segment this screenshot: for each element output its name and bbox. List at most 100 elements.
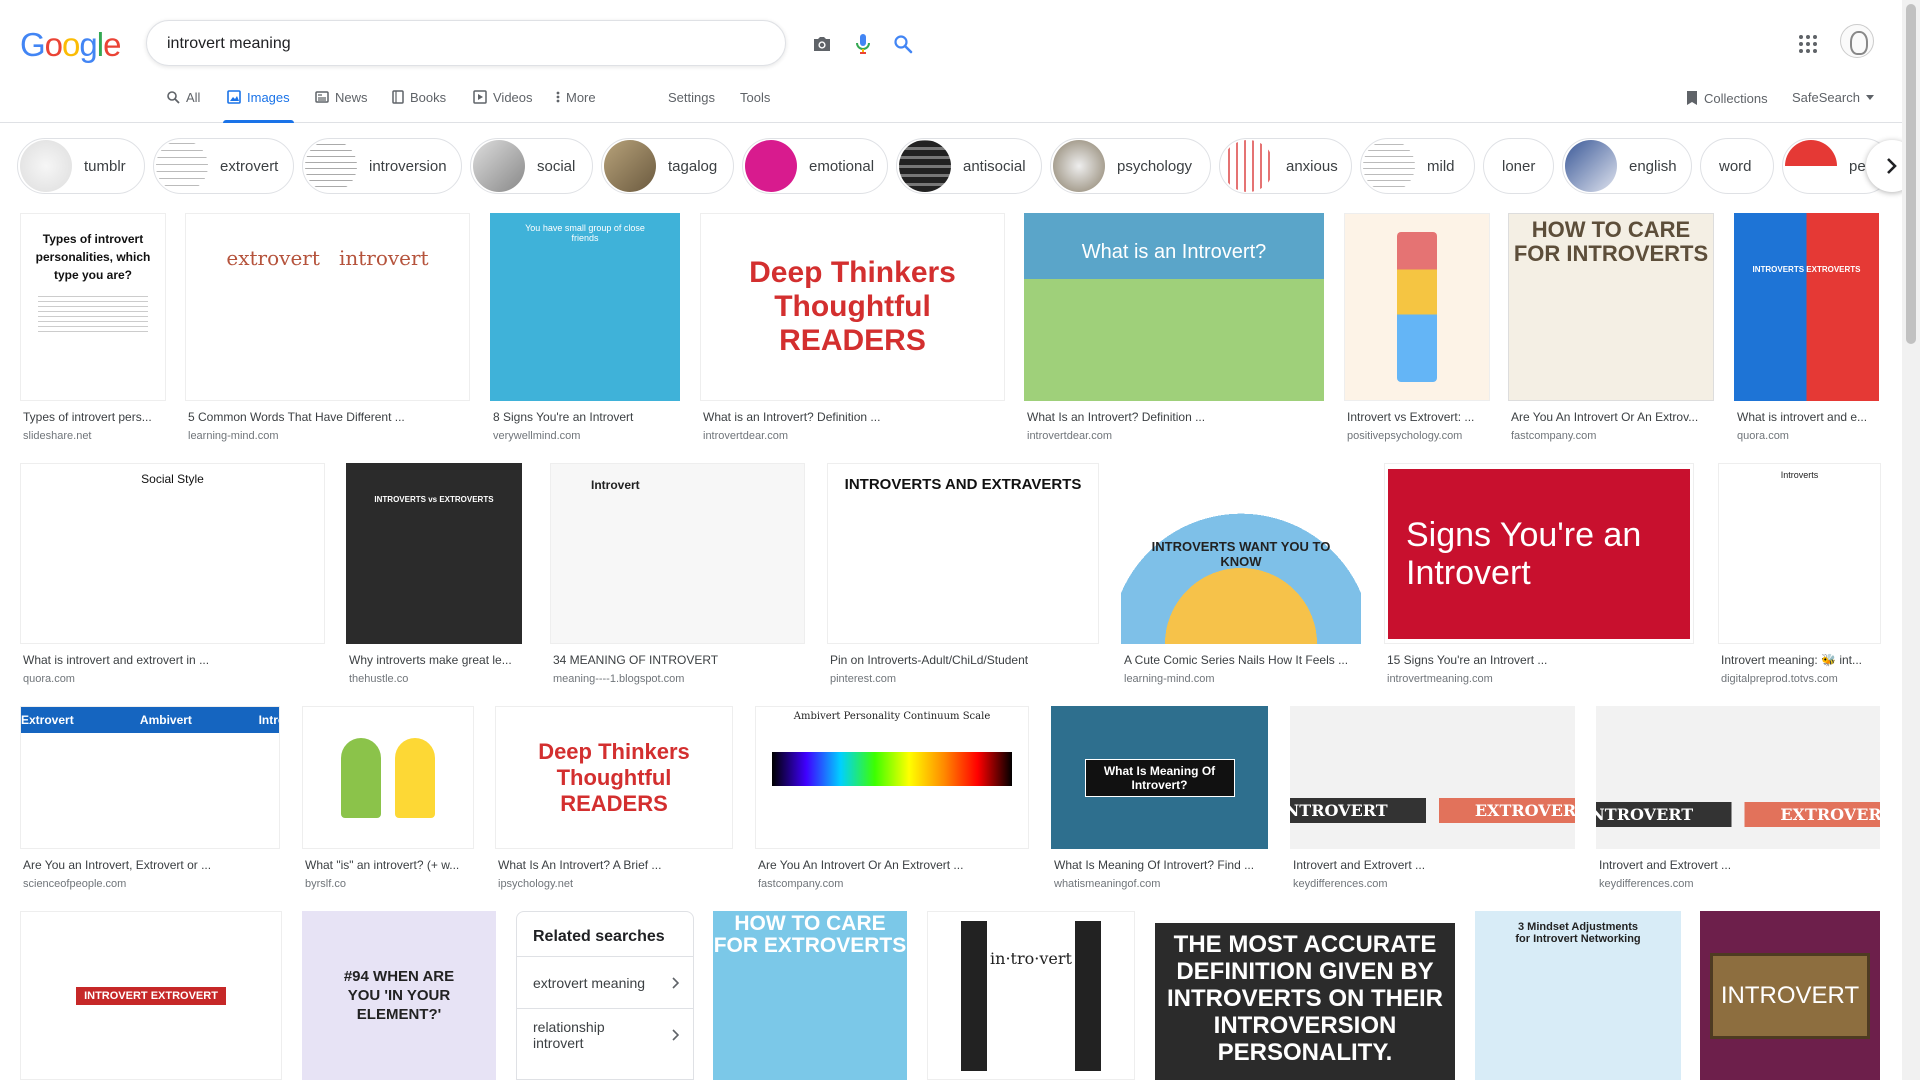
chip-thumbnail <box>1565 140 1617 192</box>
chip-tagalog[interactable]: tagalog <box>601 138 734 194</box>
image-result[interactable]: INTROVERTS EXTROVERTS What is introvert … <box>1734 213 1879 442</box>
google-logo[interactable]: Google <box>20 26 121 64</box>
image-result[interactable]: Ambivert Personality Continuum Scale Are… <box>755 706 1029 890</box>
chip-loner[interactable]: loner <box>1483 138 1554 194</box>
image-result[interactable]: HOW TO CARE FOR EXTROVERTS <box>713 911 907 1080</box>
thumbnail-text: What is an Introvert? <box>1081 241 1267 263</box>
related-search-label: extrovert meaning <box>533 974 646 991</box>
tab-videos[interactable]: Videos <box>473 90 533 123</box>
image-result[interactable]: Deep Thinkers Thoughtful READERS What Is… <box>495 706 733 890</box>
related-searches-title: Related searches <box>533 928 665 945</box>
thumbnail-text: HOW TO CARE FOR INTROVERTS <box>1513 217 1709 266</box>
thumbnail-text: INTROVERTS AND EXTRAVERTS <box>844 476 1082 493</box>
chip-label: loner <box>1502 157 1536 175</box>
related-search-item[interactable]: extrovert meaning <box>517 956 693 1008</box>
image-result[interactable]: INTROVERTS WANT YOU TO KNOW A Cute Comic… <box>1121 463 1361 685</box>
result-caption: What Is An Introvert? A Brief ... <box>498 858 662 872</box>
thumbnail-text: Types of introvert personalities, which … <box>35 232 151 282</box>
image-result[interactable]: Signs You're an Introvert 15 Signs You'r… <box>1384 463 1694 685</box>
thumbnail-text: INTROVERTS vs EXTROVERTS <box>374 495 494 504</box>
image-result[interactable]: INTROVERT EXTROVERT Introvert and Extrov… <box>1290 706 1575 890</box>
camera-icon[interactable] <box>811 33 833 55</box>
image-result[interactable]: INTROVERTS AND EXTRAVERTS Pin on Introve… <box>827 463 1099 685</box>
result-thumbnail: Deep Thinkers Thoughtful READERS <box>495 706 733 849</box>
image-result[interactable]: HOW TO CARE FOR INTROVERTS Are You An In… <box>1508 213 1714 442</box>
tab-images[interactable]: Images <box>223 90 294 123</box>
thumbnail-text: Signs You're an Introvert <box>1388 468 1690 639</box>
chip-anxious[interactable]: anxious <box>1219 138 1352 194</box>
tools-link[interactable]: Tools <box>740 90 770 123</box>
image-result[interactable]: What Is Meaning Of Introvert? What Is Me… <box>1051 706 1268 890</box>
result-source: keydifferences.com <box>1599 878 1694 890</box>
collections-button[interactable]: Collections <box>1686 90 1768 106</box>
chip-tumblr[interactable]: tumblr <box>17 138 145 194</box>
microphone-icon[interactable] <box>852 33 874 55</box>
chip-extrovert[interactable]: extrovert <box>153 138 294 194</box>
chip-label: word <box>1719 157 1752 175</box>
image-result[interactable]: INTROVERT EXTROVERT <box>20 911 282 1080</box>
chip-word[interactable]: word <box>1700 138 1774 194</box>
search-icon[interactable] <box>892 33 914 55</box>
tab-all[interactable]: All <box>166 90 200 123</box>
thumbnail-text: 3 Mindset Adjustments for Introvert Netw… <box>1515 921 1641 945</box>
chip-psychology[interactable]: psychology <box>1050 138 1211 194</box>
result-caption: Introvert meaning: 🐝 int... <box>1721 653 1862 667</box>
account-avatar[interactable] <box>1840 24 1874 58</box>
image-result[interactable]: THE MOST ACCURATE DEFINITION GIVEN BY IN… <box>1155 911 1455 1080</box>
collections-label: Collections <box>1704 90 1768 106</box>
chip-label: anxious <box>1286 157 1338 175</box>
image-result[interactable]: Social Style What is introvert and extro… <box>20 463 325 685</box>
result-caption: Why introverts make great le... <box>349 653 512 667</box>
search-input[interactable] <box>167 32 637 56</box>
tab-books[interactable]: Books <box>392 90 446 123</box>
tab-news[interactable]: News <box>315 90 368 123</box>
chip-thumbnail <box>305 140 357 192</box>
image-result[interactable]: #94 WHEN ARE YOU 'IN YOUR ELEMENT?' <box>302 911 496 1080</box>
result-thumbnail: INTROVERT <box>1700 911 1880 1080</box>
image-result[interactable]: What is an Introvert? What Is an Introve… <box>1024 213 1324 442</box>
image-result[interactable]: INTROVERT <box>1700 911 1880 1080</box>
chip-emotional[interactable]: emotional <box>742 138 888 194</box>
header: Google All Images News <box>0 0 1920 123</box>
result-caption: 15 Signs You're an Introvert ... <box>1387 653 1548 667</box>
chip-english[interactable]: english <box>1562 138 1692 194</box>
chip-antisocial[interactable]: antisocial <box>896 138 1042 194</box>
tab-label: Books <box>410 90 447 105</box>
thumbnail-text: in·tro·vert <box>961 920 1101 1071</box>
scrollbar-thumb[interactable] <box>1906 4 1916 344</box>
result-source: introvertdear.com <box>703 430 788 442</box>
result-source: quora.com <box>23 673 75 685</box>
result-source: thehustle.co <box>349 673 409 685</box>
image-result[interactable]: 3 Mindset Adjustments for Introvert Netw… <box>1475 911 1681 1080</box>
tab-label: More <box>566 90 596 105</box>
image-result[interactable]: Introvert 34 MEANING OF INTROVERT meanin… <box>550 463 805 685</box>
chip-social[interactable]: social <box>470 138 593 194</box>
image-result[interactable]: Deep Thinkers Thoughtful READERS What is… <box>700 213 1005 442</box>
image-result[interactable]: Introverts Introvert meaning: 🐝 int... d… <box>1718 463 1881 685</box>
chip-mild[interactable]: mild <box>1360 138 1475 194</box>
image-result[interactable]: extrovert introvert 5 Common Words That … <box>185 213 470 442</box>
related-searches-panel: Related searches extrovert meaning relat… <box>516 911 694 1080</box>
chip-introversion[interactable]: introversion <box>302 138 462 194</box>
thumbnail-text: Deep Thinkers Thoughtful READERS <box>538 738 690 816</box>
image-result[interactable]: What "is" an introvert? (+ w... byrslf.c… <box>302 706 474 890</box>
result-source: learning-mind.com <box>1124 673 1215 685</box>
image-result[interactable]: Extrovert Ambivert Introvert Are You an … <box>20 706 280 890</box>
safesearch-dropdown[interactable]: SafeSearch <box>1792 90 1874 105</box>
thumbnail-text: INTROVERT EXTROVERT <box>1290 798 1575 823</box>
image-result[interactable]: You have small group of close friends 8 … <box>490 213 680 442</box>
thumbnail-text: INTROVERT EXTROVERT <box>76 986 226 1005</box>
image-result[interactable]: in·tro·vert <box>927 911 1135 1080</box>
result-caption: 34 MEANING OF INTROVERT <box>553 653 719 667</box>
result-thumbnail: Introvert <box>550 463 805 644</box>
settings-link[interactable]: Settings <box>668 90 715 123</box>
result-thumbnail: You have small group of close friends <box>490 213 680 401</box>
result-source: fastcompany.com <box>758 878 844 890</box>
related-search-item[interactable]: relationship introvert <box>517 1008 693 1060</box>
image-result[interactable]: INTROVERT EXTROVERT Introvert and Extrov… <box>1596 706 1880 890</box>
image-result[interactable]: Introvert vs Extrovert: ... positivepsyc… <box>1344 213 1490 442</box>
image-result[interactable]: INTROVERTS vs EXTROVERTS Why introverts … <box>346 463 522 685</box>
tab-more[interactable]: More <box>556 90 596 123</box>
image-result[interactable]: Types of introvert personalities, which … <box>20 213 166 442</box>
apps-grid-icon[interactable] <box>1796 32 1820 56</box>
